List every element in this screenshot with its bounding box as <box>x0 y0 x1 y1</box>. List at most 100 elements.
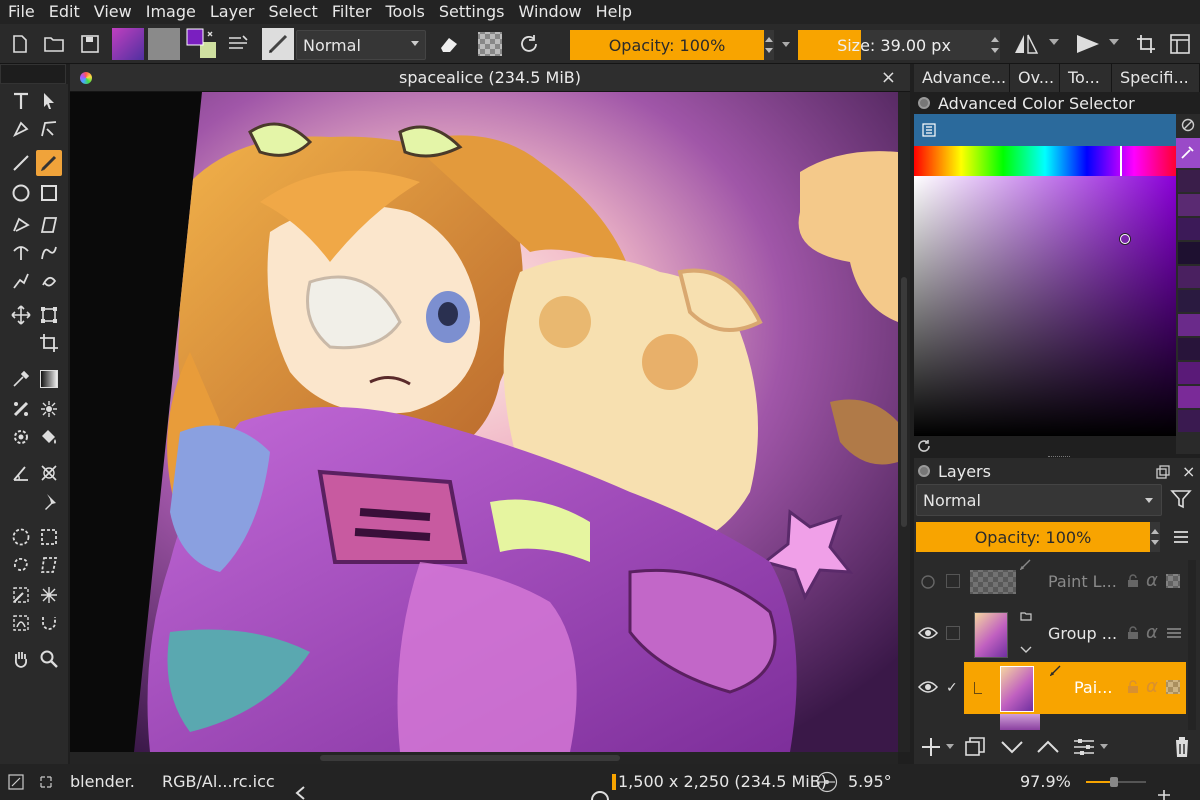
rotate-icon[interactable] <box>590 788 610 800</box>
layer-checkbox[interactable] <box>946 626 960 640</box>
color-swatch[interactable] <box>1178 242 1200 264</box>
menu-file[interactable]: File <box>0 0 41 24</box>
canvas-area[interactable] <box>70 92 898 752</box>
reload-preset-icon[interactable] <box>516 32 542 56</box>
layer-name[interactable]: Paint L... <box>1048 556 1117 608</box>
ellipse-tool-icon[interactable] <box>8 180 34 206</box>
rotation-dial-icon[interactable] <box>816 771 838 793</box>
inherit-alpha-icon[interactable] <box>1166 680 1180 694</box>
hue-slider[interactable] <box>914 146 1176 176</box>
gradient-preset-icon[interactable] <box>112 28 144 60</box>
color-swatch[interactable] <box>1178 170 1200 192</box>
lock-icon[interactable] <box>1126 574 1140 588</box>
gradient-tool-icon[interactable] <box>36 366 62 392</box>
layer-properties-icon[interactable] <box>1072 736 1096 758</box>
panel-lock-icon[interactable] <box>918 465 930 477</box>
layer-name[interactable]: Group ... <box>1048 608 1117 660</box>
layer-opacity-slider[interactable]: Opacity: 100% <box>916 522 1150 552</box>
clear-icon[interactable] <box>1181 118 1195 132</box>
mirror-vertical-icon[interactable] <box>1074 32 1102 56</box>
layer-row[interactable]: Paint L... α <box>914 556 1186 608</box>
zoom-tool-icon[interactable] <box>36 646 62 672</box>
assistant-tool-icon[interactable] <box>36 396 62 422</box>
layer-checkbox-checked[interactable]: ✓ <box>946 680 958 696</box>
hue-slider-handle[interactable] <box>1120 146 1122 176</box>
pick-color-button[interactable] <box>1176 138 1200 168</box>
tab-overview[interactable]: Ov... <box>1010 64 1060 92</box>
visible-eye-icon[interactable] <box>918 680 938 694</box>
open-folder-icon[interactable] <box>42 32 66 56</box>
perspective-grid-tool-icon[interactable] <box>36 460 62 486</box>
selection-mode-icon[interactable] <box>38 774 54 790</box>
multibrush-tool-icon[interactable] <box>36 268 62 294</box>
chevron-down-icon[interactable] <box>1048 36 1060 48</box>
bezier-selection-tool-icon[interactable] <box>8 610 34 636</box>
chevron-down-icon[interactable] <box>1020 646 1032 654</box>
scroll-thumb[interactable] <box>320 755 620 761</box>
color-profile[interactable]: RGB/Al...rc.icc <box>162 764 275 800</box>
chevron-down-icon[interactable] <box>1108 36 1120 48</box>
reference-pin-tool-icon[interactable] <box>36 488 62 514</box>
tab-specific-color-selector[interactable]: Specifi... <box>1112 64 1200 92</box>
new-document-icon[interactable] <box>8 32 32 56</box>
pan-tool-icon[interactable] <box>8 646 34 672</box>
transform-tool-icon[interactable] <box>36 302 62 328</box>
float-panel-icon[interactable] <box>1156 464 1170 483</box>
line-tool-icon[interactable] <box>8 150 34 176</box>
menu-view[interactable]: View <box>86 0 138 24</box>
rotation-angle[interactable]: 5.95° <box>848 764 892 800</box>
tab-advanced-color-selector[interactable]: Advance... <box>914 64 1010 92</box>
dynamic-brush-tool-icon[interactable] <box>8 268 34 294</box>
color-picker-tool-icon[interactable] <box>8 366 34 392</box>
magnetic-selection-tool-icon[interactable] <box>36 610 62 636</box>
menu-settings[interactable]: Settings <box>431 0 511 24</box>
save-icon[interactable] <box>78 32 102 56</box>
text-tool-icon[interactable] <box>8 88 34 114</box>
move-layer-up-icon[interactable] <box>1036 738 1060 756</box>
menu-image[interactable]: Image <box>138 0 202 24</box>
move-tool-icon[interactable] <box>8 302 34 328</box>
move-layer-down-icon[interactable] <box>1000 738 1024 756</box>
brush-name[interactable]: blender. <box>70 764 135 800</box>
brush-preset-icon[interactable] <box>262 28 294 60</box>
rectangle-tool-icon[interactable] <box>36 180 62 206</box>
size-spinner[interactable] <box>990 30 1000 60</box>
color-swatch[interactable] <box>1178 386 1200 408</box>
passthrough-icon[interactable] <box>1166 626 1182 640</box>
zoom-slider[interactable] <box>1086 777 1146 787</box>
menu-help[interactable]: Help <box>588 0 638 24</box>
filter-icon[interactable] <box>1170 488 1192 514</box>
panel-lock-icon[interactable] <box>918 97 930 109</box>
menu-edit[interactable]: Edit <box>41 0 86 24</box>
color-swatch[interactable] <box>1178 410 1200 432</box>
alpha-lock-icon[interactable]: α <box>1146 570 1158 591</box>
wrap-around-icon[interactable] <box>1134 32 1158 56</box>
colorize-mask-tool-icon[interactable] <box>8 424 34 450</box>
document-tab[interactable]: spacealice (234.5 MiB) × <box>70 64 910 92</box>
pen-tool-icon[interactable] <box>8 116 34 142</box>
calligraphy-tool-icon[interactable] <box>36 116 62 142</box>
layer-name[interactable]: Pai... <box>1074 662 1112 714</box>
layer-blend-mode-select[interactable]: Normal <box>916 484 1162 516</box>
layer-row-selected[interactable]: Pai... α <box>964 662 1186 714</box>
opacity-spinner[interactable] <box>764 30 774 60</box>
color-swatch[interactable] <box>1178 266 1200 288</box>
canvas-vertical-scrollbar[interactable] <box>898 92 910 752</box>
size-slider[interactable]: Size: 39.00 px <box>798 30 990 60</box>
smart-patch-tool-icon[interactable] <box>8 396 34 422</box>
menu-layer[interactable]: Layer <box>202 0 261 24</box>
alpha-lock-icon[interactable]: α <box>1146 676 1158 697</box>
color-swatch[interactable] <box>1178 362 1200 384</box>
elliptical-selection-tool-icon[interactable] <box>8 524 34 550</box>
polygonal-selection-tool-icon[interactable] <box>36 552 62 578</box>
color-picker-handle[interactable] <box>1120 234 1130 244</box>
lock-icon[interactable] <box>1126 626 1140 640</box>
alpha-lock-icon[interactable]: α <box>1146 622 1158 643</box>
zoom-level[interactable]: 97.9% <box>1020 764 1071 800</box>
contiguous-selection-tool-icon[interactable] <box>8 582 34 608</box>
add-layer-icon[interactable] <box>920 736 942 758</box>
layers-scrollbar[interactable] <box>1188 560 1196 730</box>
scroll-thumb[interactable] <box>901 277 907 527</box>
mirror-horizontal-icon[interactable] <box>1012 32 1040 56</box>
menu-tools[interactable]: Tools <box>377 0 430 24</box>
